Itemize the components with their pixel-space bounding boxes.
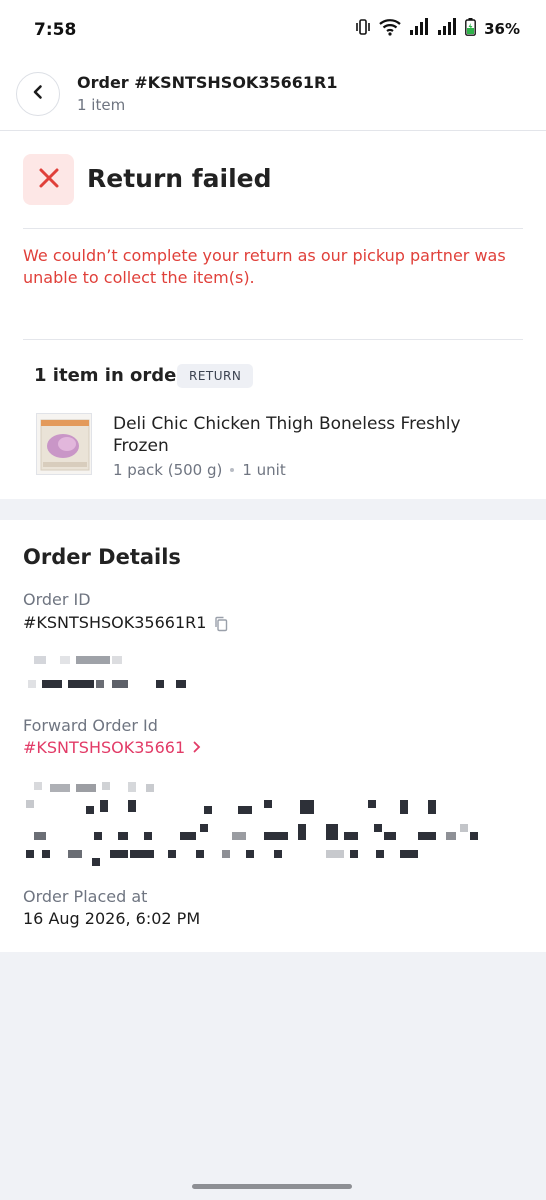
status-time: 7:58 (34, 20, 77, 40)
page-title: Order #KSNTSHSOK35661R1 (77, 73, 338, 92)
order-id-value: #KSNTSHSOK35661R1 (23, 613, 207, 632)
items-section-title: 1 item in order (34, 365, 186, 386)
order-details-title: Order Details (23, 545, 181, 569)
order-placed-value: 16 Aug 2026, 6:02 PM (23, 909, 201, 928)
back-arrow-icon (30, 84, 46, 104)
signal-icon (409, 18, 429, 40)
return-failure-message: We couldn’t complete your return as our … (23, 246, 506, 287)
order-details-card: Order Details Order ID #KSNTSHSOK35661R1… (0, 520, 546, 952)
chevron-right-icon (193, 738, 201, 757)
fail-icon-box (23, 154, 74, 205)
product-meta: 1 pack (500 g) 1 unit (113, 461, 286, 479)
status-bar: 7:58 36% (0, 0, 546, 60)
return-status-card: Return failed We couldn’t complete your … (0, 131, 546, 499)
copy-icon[interactable] (214, 616, 228, 636)
product-units: 1 unit (242, 461, 286, 479)
return-status-title: Return failed (87, 164, 272, 193)
product-pack-size: 1 pack (500 g) (113, 461, 223, 479)
item-count: 1 item (77, 96, 126, 114)
product-image[interactable] (36, 413, 92, 475)
forward-order-label: Forward Order Id (23, 716, 158, 735)
status-icons: 36% (355, 18, 520, 40)
product-name: Deli Chic Chicken Thigh Boneless Freshly… (113, 414, 461, 456)
battery-icon (465, 18, 476, 40)
redacted-address (24, 780, 484, 870)
signal-icon (437, 18, 457, 40)
vibrate-icon (355, 18, 371, 40)
order-header: Order #KSNTSHSOK35661R1 1 item (0, 60, 546, 131)
return-badge: RETURN (177, 364, 254, 388)
battery-percent: 36% (484, 20, 520, 38)
back-button[interactable] (16, 72, 60, 116)
redacted-info (28, 654, 198, 694)
divider (23, 339, 523, 340)
forward-order-link[interactable]: #KSNTSHSOK35661 (23, 738, 201, 757)
wifi-icon (379, 18, 401, 40)
order-id-label: Order ID (23, 590, 91, 609)
home-indicator[interactable] (192, 1184, 352, 1189)
close-x-icon (38, 167, 60, 193)
separator-dot (230, 468, 235, 472)
order-placed-label: Order Placed at (23, 887, 148, 906)
forward-order-id: #KSNTSHSOK35661 (23, 738, 186, 757)
divider (23, 228, 523, 229)
